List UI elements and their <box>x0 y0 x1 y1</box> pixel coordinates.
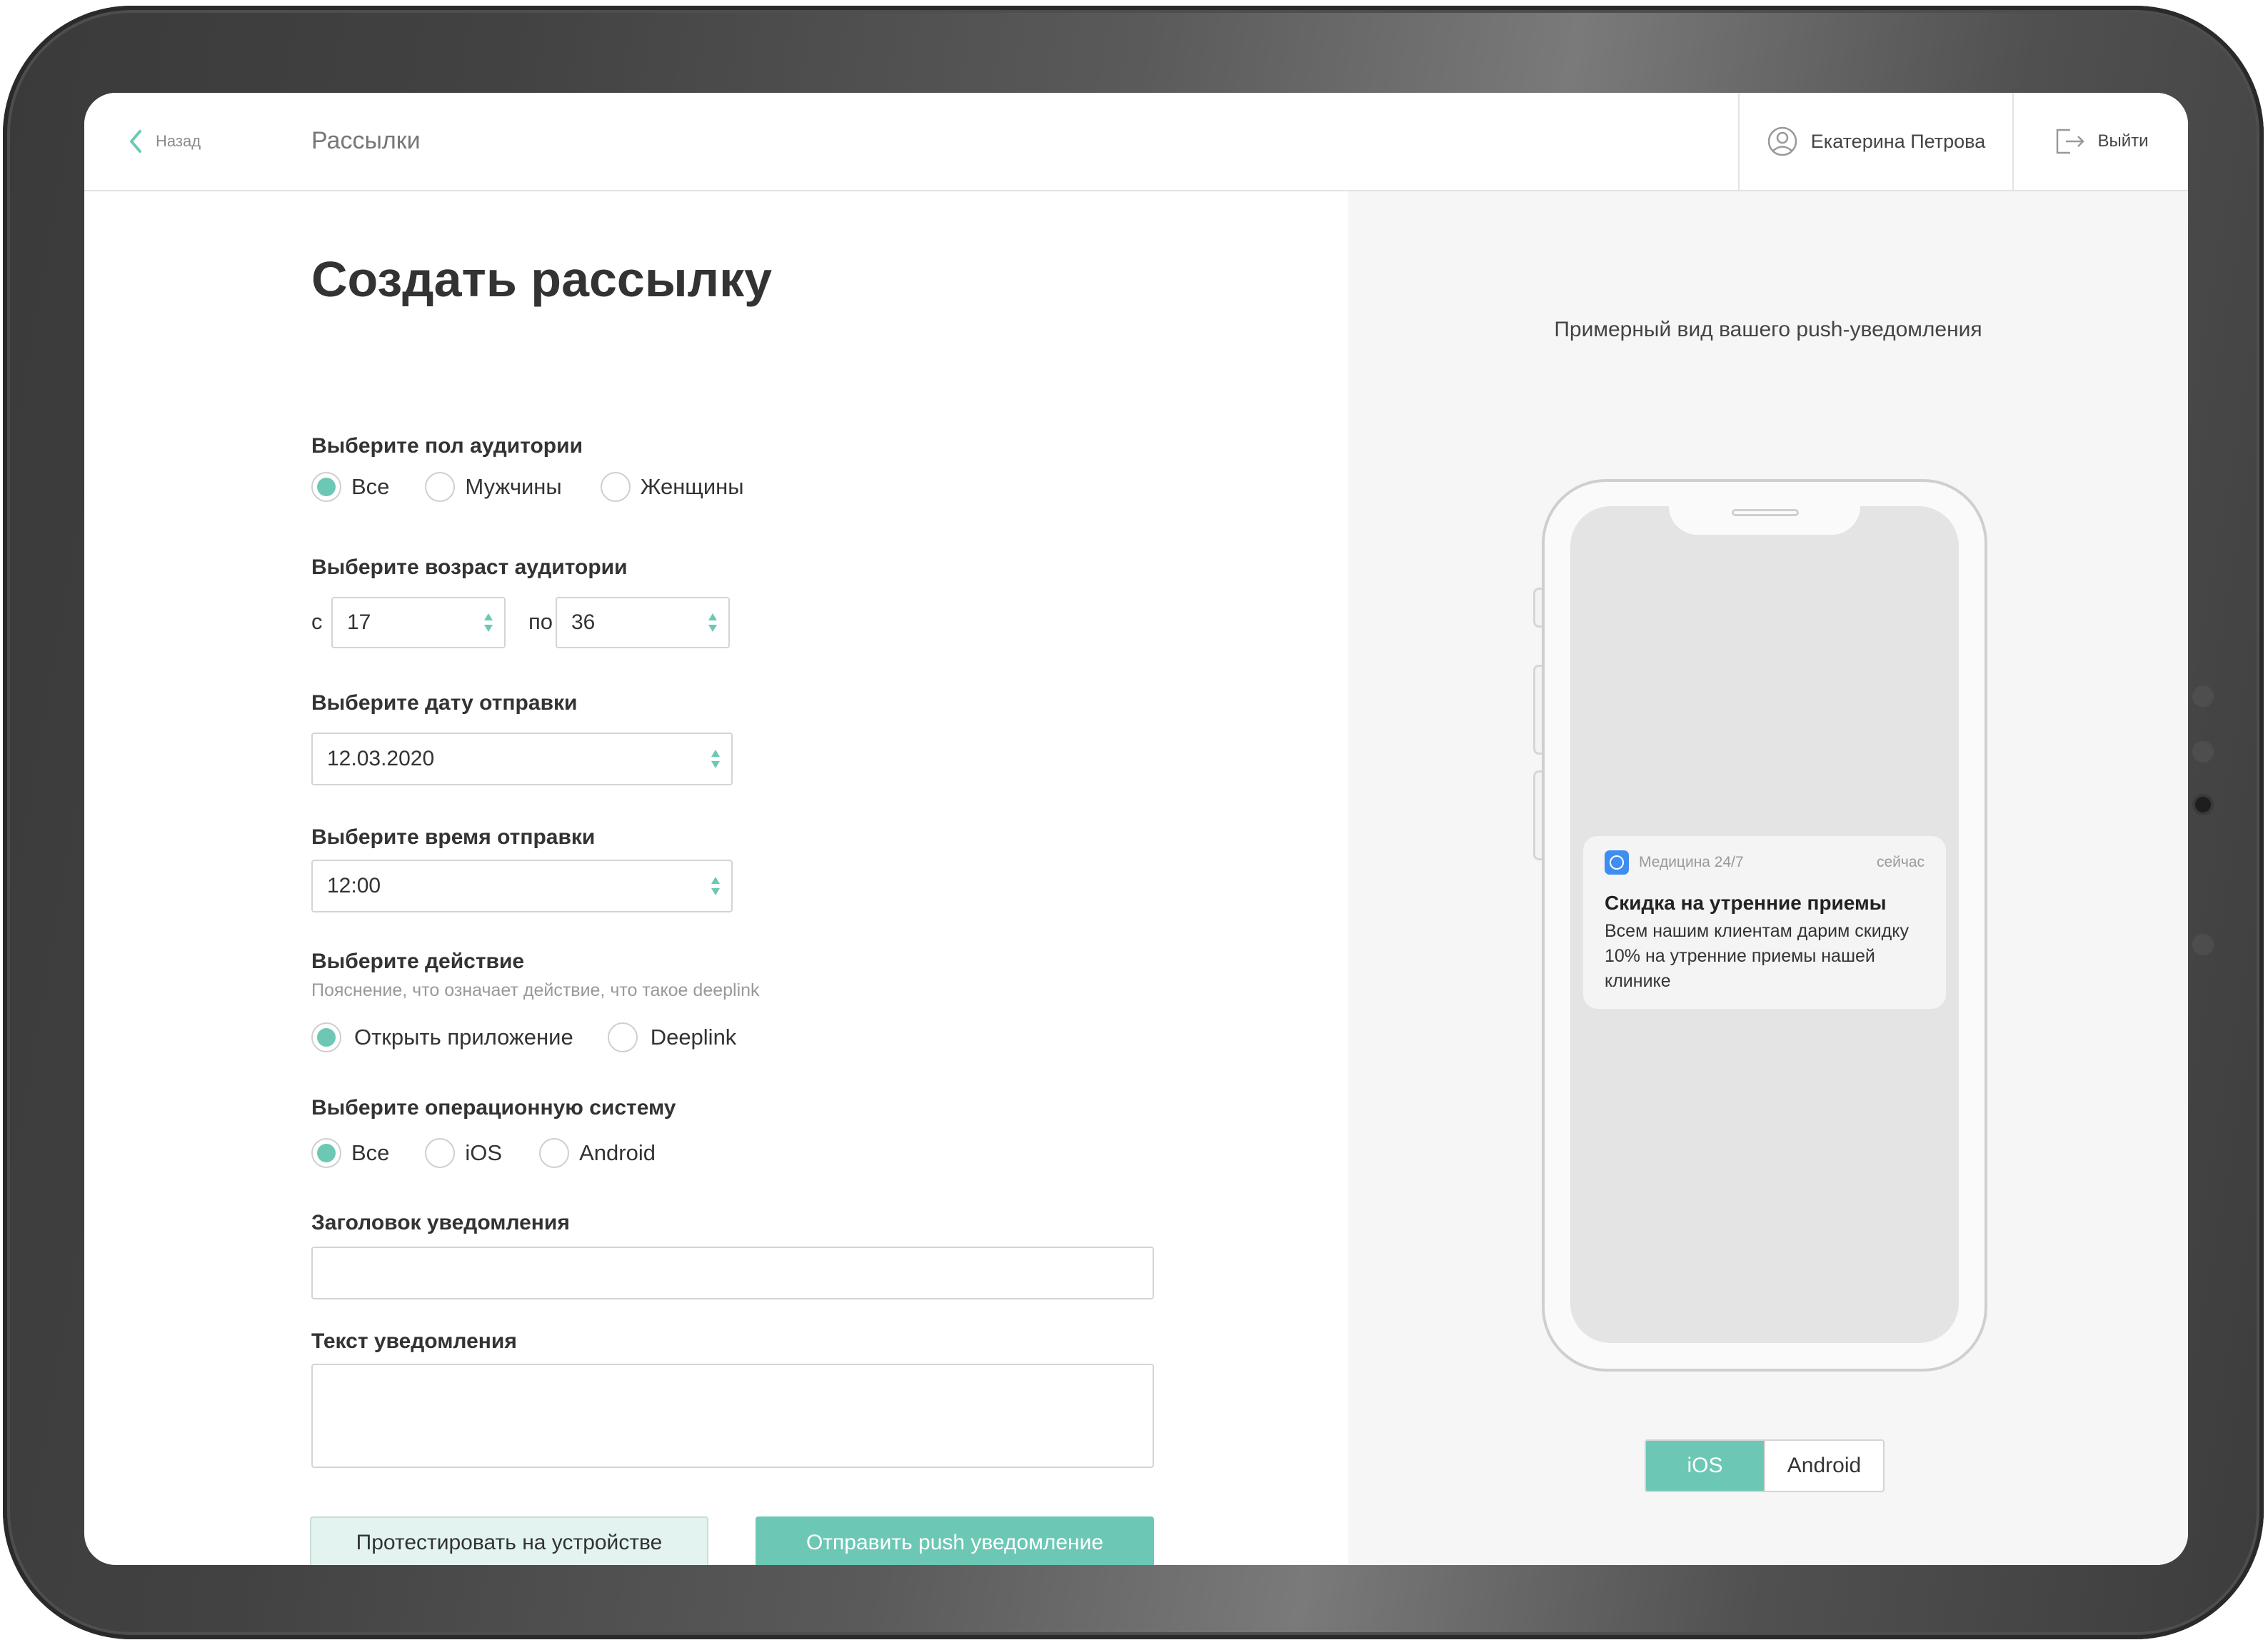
age-label: Выберите возраст аудитории <box>311 555 628 579</box>
section-title: Рассылки <box>311 127 421 154</box>
time-input[interactable]: 12:00 <box>311 860 733 912</box>
radio-icon <box>539 1138 570 1168</box>
time-label: Выберите время отправки <box>311 825 596 849</box>
phone-side-button <box>1533 770 1542 860</box>
preview-panel: Примерный вид вашего push-уведомления Ме… <box>1348 191 2188 1565</box>
platform-android-tab[interactable]: Android <box>1764 1441 1883 1491</box>
action-option-deeplink[interactable]: Deeplink <box>607 1022 736 1052</box>
tablet-frame: Назад Рассылки Екатерина Петрова Выйти С… <box>3 6 2264 1639</box>
radio-selected-icon <box>311 1022 341 1052</box>
os-option-ios[interactable]: iOS <box>425 1138 502 1168</box>
age-to-input[interactable]: 36 <box>556 597 730 648</box>
send-push-button[interactable]: Отправить push уведомление <box>756 1516 1154 1565</box>
test-on-device-button[interactable]: Протестировать на устройстве <box>310 1516 708 1565</box>
sensor-dot <box>2192 934 2214 955</box>
date-input[interactable]: 12.03.2020 <box>311 733 733 785</box>
age-to-label: по <box>528 609 553 634</box>
os-option-android[interactable]: Android <box>539 1138 656 1168</box>
logout-button[interactable]: Выйти <box>2012 93 2188 190</box>
chevron-left-icon <box>130 130 141 153</box>
notif-text-textarea[interactable] <box>311 1364 1154 1468</box>
logout-label: Выйти <box>2097 131 2149 151</box>
platform-ios-tab[interactable]: iOS <box>1646 1441 1764 1491</box>
user-name: Екатерина Петрова <box>1810 130 1986 152</box>
radio-icon <box>600 472 631 502</box>
stepper-arrows-icon[interactable] <box>710 748 721 770</box>
radio-icon <box>425 472 456 502</box>
back-button[interactable]: Назад <box>126 127 201 156</box>
age-from-label: с <box>311 609 323 634</box>
page-title: Создать рассылку <box>311 251 773 307</box>
phone-side-button <box>1533 588 1542 628</box>
notif-title-input[interactable] <box>311 1247 1154 1299</box>
os-label: Выберите операционную систему <box>311 1096 676 1120</box>
logout-icon <box>2057 129 2085 154</box>
radio-icon <box>425 1138 456 1168</box>
stepper-arrows-icon[interactable] <box>707 612 718 633</box>
action-radio-group: Открыть приложение Deeplink <box>311 1022 736 1052</box>
user-icon <box>1767 126 1797 156</box>
notif-time: сейчас <box>1876 854 1925 870</box>
notif-title: Скидка на утренние приемы <box>1605 892 1887 914</box>
sensor-dot <box>2192 685 2214 707</box>
gender-option-male[interactable]: Мужчины <box>425 472 562 502</box>
platform-toggle: iOS Android <box>1645 1439 1885 1492</box>
camera-icon <box>2195 797 2211 813</box>
app-screen: Назад Рассылки Екатерина Петрова Выйти С… <box>84 93 2188 1565</box>
phone-screen: Медицина 24/7 сейчас Скидка на утренние … <box>1570 506 1959 1343</box>
sensor-dot <box>2192 741 2214 763</box>
notif-text-label: Текст уведомления <box>311 1329 517 1353</box>
user-menu[interactable]: Екатерина Петрова <box>1738 93 2012 190</box>
stepper-arrows-icon[interactable] <box>710 875 721 897</box>
phone-speaker <box>1732 509 1799 516</box>
gender-label: Выберите пол аудитории <box>311 434 583 458</box>
os-option-all[interactable]: Все <box>311 1138 389 1168</box>
os-radio-group: Все iOS Android <box>311 1138 656 1168</box>
notif-title-label: Заголовок уведомления <box>311 1211 570 1234</box>
action-hint: Пояснение, что означает действие, что та… <box>311 980 760 1000</box>
radio-selected-icon <box>311 1138 341 1168</box>
push-notification-preview: Медицина 24/7 сейчас Скидка на утренние … <box>1583 836 1946 1009</box>
preview-caption: Примерный вид вашего push-уведомления <box>1554 318 1982 341</box>
radio-selected-icon <box>311 472 341 502</box>
app-icon <box>1605 850 1629 875</box>
notif-app-name: Медицина 24/7 <box>1639 854 1744 870</box>
radio-icon <box>607 1022 638 1052</box>
phone-side-button <box>1533 665 1542 755</box>
gender-option-all[interactable]: Все <box>311 472 389 502</box>
age-from-input[interactable]: 17 <box>331 597 506 648</box>
date-label: Выберите дату отправки <box>311 691 578 715</box>
back-label: Назад <box>156 132 201 150</box>
notif-body: Всем нашим клиентам дарим скидку 10% на … <box>1605 921 1909 991</box>
stepper-arrows-icon[interactable] <box>483 612 494 633</box>
mailing-form: Создать рассылку Выберите пол аудитории … <box>84 191 1348 1565</box>
gender-option-female[interactable]: Женщины <box>600 472 744 502</box>
action-option-open-app[interactable]: Открыть приложение <box>311 1022 573 1052</box>
phone-mockup: Медицина 24/7 сейчас Скидка на утренние … <box>1533 479 1987 1372</box>
gender-radio-group: Все Мужчины Женщины <box>311 472 744 502</box>
top-bar: Назад Рассылки Екатерина Петрова Выйти <box>84 93 2188 191</box>
action-label: Выберите действие <box>311 950 525 973</box>
